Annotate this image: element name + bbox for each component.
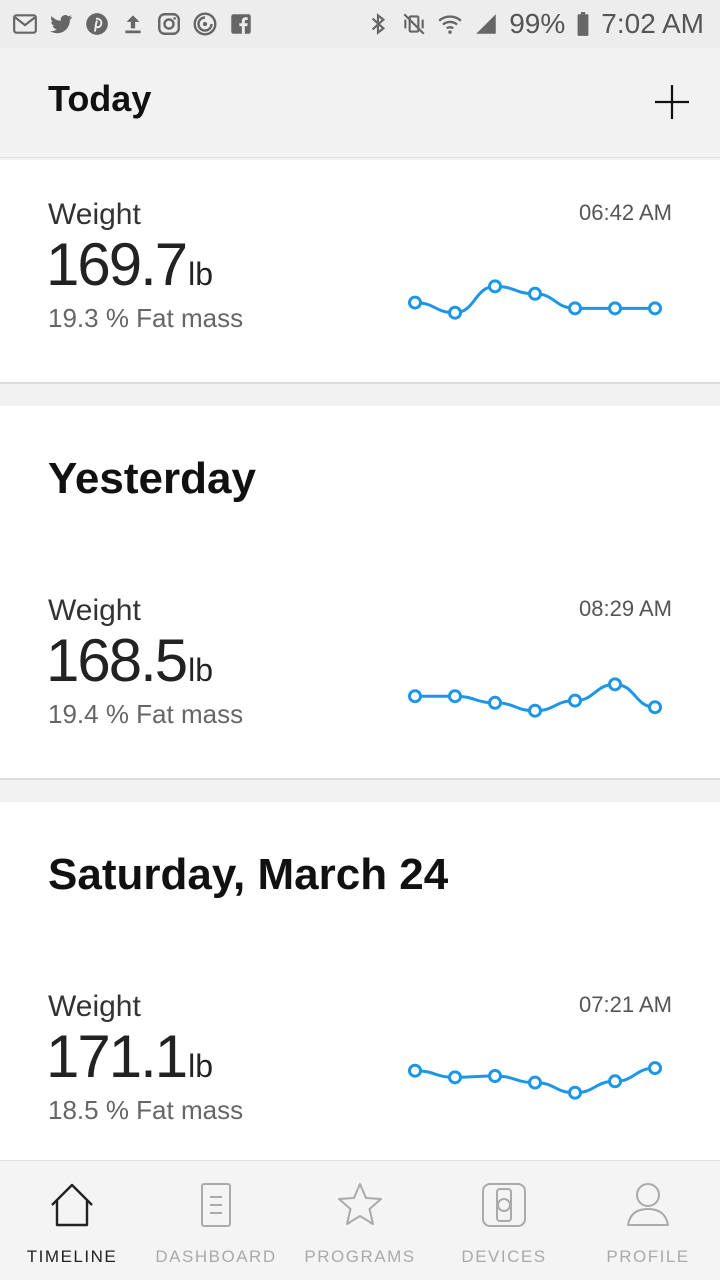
- trend-point: [608, 677, 622, 692]
- trend-point: [648, 700, 662, 715]
- metric-label: Weight: [48, 990, 141, 1023]
- weight-trend-sparkline: [408, 677, 662, 718]
- weight-number: 171.1: [46, 1023, 188, 1090]
- facebook-icon: [228, 11, 254, 37]
- nav-label: PROGRAMS: [304, 1247, 416, 1266]
- pinterest-icon: [84, 11, 110, 37]
- trend-point: [648, 1061, 662, 1076]
- battery-percent: 99%: [509, 8, 566, 39]
- fat-mass: 19.3 % Fat mass: [48, 303, 244, 333]
- system-icons: 99% 7:02 AM: [365, 8, 704, 40]
- upload-icon: [120, 11, 146, 37]
- weight-unit: lb: [188, 256, 214, 292]
- measurement-time: 08:29 AM: [579, 596, 672, 621]
- weight-value: 169.7lb: [46, 230, 213, 299]
- trend-point: [448, 305, 462, 320]
- wifi-icon: [437, 11, 463, 37]
- nav-timeline[interactable]: TIMELINE: [0, 1161, 144, 1280]
- trend-point: [488, 695, 502, 710]
- nav-label: DEVICES: [461, 1247, 547, 1266]
- nav-label: PROFILE: [606, 1247, 690, 1266]
- trend-point: [648, 301, 662, 316]
- weight-number: 169.7: [46, 231, 188, 298]
- clock: 7:02 AM: [601, 8, 704, 39]
- twitter-icon: [48, 11, 74, 37]
- instagram-icon: [156, 11, 182, 37]
- weight-number: 168.5: [46, 627, 188, 694]
- trend-point: [408, 1063, 422, 1078]
- bluetooth-icon: [365, 11, 391, 37]
- star-icon: [338, 1183, 382, 1225]
- trend-point: [528, 286, 542, 301]
- person-icon: [627, 1183, 669, 1226]
- trend-point: [528, 1075, 542, 1090]
- nav-dashboard[interactable]: DASHBOARD: [144, 1161, 288, 1280]
- measurement-card-today[interactable]: Weight 06:42 AM 169.7lb 19.3 % Fat mass: [0, 160, 720, 384]
- nav-devices[interactable]: DEVICES: [432, 1161, 576, 1280]
- watch-icon: [482, 1183, 526, 1227]
- metric-label: Weight: [48, 198, 141, 231]
- fat-mass: 19.4 % Fat mass: [48, 699, 244, 729]
- trend-point: [608, 1074, 622, 1089]
- nav-profile[interactable]: PROFILE: [576, 1161, 720, 1280]
- section-title: Yesterday: [48, 454, 256, 503]
- measurement-time: 07:21 AM: [579, 992, 672, 1017]
- page-title: Today: [48, 78, 152, 119]
- nav-label: TIMELINE: [26, 1247, 118, 1266]
- weight-value[interactable]: 168.5lb: [46, 626, 213, 695]
- trend-point: [448, 689, 462, 704]
- nav-programs[interactable]: PROGRAMS: [288, 1161, 432, 1280]
- trend-point: [528, 703, 542, 718]
- gmail-icon: [12, 11, 38, 37]
- signal-icon: [473, 11, 499, 37]
- measurement-time: 06:42 AM: [579, 200, 672, 225]
- trend-point: [488, 1069, 502, 1083]
- day-section-saturday: Saturday, March 24 Weight 07:21 AM 171.1…: [0, 802, 720, 1160]
- weight-unit: lb: [188, 1048, 214, 1084]
- add-button[interactable]: [650, 80, 694, 124]
- trend-point: [448, 1070, 462, 1085]
- plus-icon: [655, 85, 689, 119]
- trend-point: [568, 1085, 582, 1100]
- battery-icon: [575, 11, 591, 37]
- weight-trend-sparkline: [408, 1061, 662, 1100]
- metric-label: Weight: [48, 594, 141, 627]
- trend-point: [608, 301, 622, 316]
- trend-point: [568, 301, 582, 316]
- trend-point: [488, 279, 502, 294]
- trend-point: [408, 689, 422, 704]
- notification-icons: [12, 11, 254, 37]
- app-header: Today: [0, 48, 720, 158]
- nav-label: DASHBOARD: [155, 1247, 277, 1266]
- vibrate-mute-icon: [401, 11, 427, 37]
- sync-icon: [192, 11, 218, 37]
- weight-value[interactable]: 171.1lb: [46, 1022, 213, 1091]
- trend-point: [568, 693, 582, 708]
- day-section-yesterday: Yesterday Weight 08:29 AM 168.5lb 19.4 %…: [0, 406, 720, 780]
- home-icon: [51, 1183, 93, 1227]
- weight-unit: lb: [188, 652, 214, 688]
- trend-point: [408, 295, 422, 310]
- fat-mass: 18.5 % Fat mass: [48, 1095, 244, 1125]
- status-bar: 99% 7:02 AM: [0, 0, 720, 48]
- dashboard-icon: [201, 1183, 231, 1227]
- bottom-nav: TIMELINE DASHBOARD PROGRAMS DEVICES PROF…: [0, 1160, 720, 1280]
- section-title: Saturday, March 24: [48, 850, 449, 899]
- weight-trend-sparkline: [408, 279, 662, 320]
